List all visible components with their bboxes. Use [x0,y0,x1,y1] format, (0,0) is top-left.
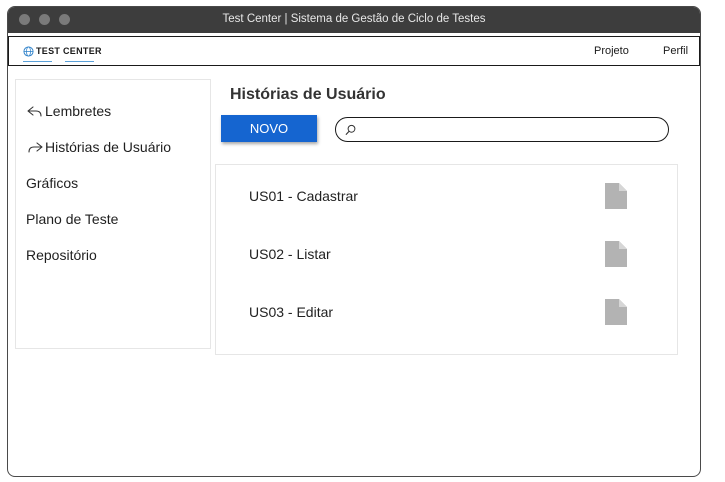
story-item-us02[interactable]: US02 - Listar [216,223,677,281]
sidebar-item-historias[interactable]: Histórias de Usuário [26,139,171,155]
sidebar: Lembretes Histórias de Usuário Gráficos … [15,79,211,349]
app-logo[interactable]: TEST CENTER [23,44,102,58]
globe-icon [23,45,34,57]
logo-underline-right [65,61,94,62]
search-box[interactable] [335,117,669,142]
document-icon[interactable] [604,183,628,209]
document-icon[interactable] [604,299,628,325]
reply-arrow-icon [27,106,42,117]
search-input[interactable] [358,121,662,140]
top-navbar: TEST CENTER Projeto Perfil [8,36,700,66]
logo-text: TEST CENTER [36,46,102,56]
story-label: US01 - Cadastrar [249,188,358,204]
sidebar-item-plano-de-teste[interactable]: Plano de Teste [26,211,118,227]
new-story-button[interactable]: NOVO [221,115,317,142]
sidebar-item-label: Repositório [26,247,97,263]
search-icon [345,124,356,135]
sidebar-item-lembretes[interactable]: Lembretes [26,103,111,119]
sidebar-item-label: Gráficos [26,175,79,191]
document-icon[interactable] [604,241,628,267]
app-window: Test Center | Sistema de Gestão de Ciclo… [7,6,701,477]
window-title: Test Center | Sistema de Gestão de Ciclo… [222,13,486,25]
sidebar-item-label: Lembretes [45,103,112,119]
sidebar-item-repositorio[interactable]: Repositório [26,247,97,263]
logo-underline-left [23,61,52,62]
stories-list: US01 - Cadastrar US02 - Listar US03 - Ed… [215,164,678,355]
nav-link-projeto[interactable]: Projeto [594,45,629,57]
title-bar: Test Center | Sistema de Gestão de Ciclo… [8,7,700,33]
story-label: US03 - Editar [249,304,334,320]
story-item-us03[interactable]: US03 - Editar [216,281,677,339]
sidebar-item-graficos[interactable]: Gráficos [26,175,78,191]
forward-arrow-icon [28,142,43,153]
story-label: US02 - Listar [249,246,331,262]
sidebar-item-label: Histórias de Usuário [45,139,172,155]
page-title: Histórias de Usuário [230,86,386,103]
story-item-us01[interactable]: US01 - Cadastrar [216,165,677,223]
sidebar-item-label: Plano de Teste [26,211,119,227]
nav-link-perfil[interactable]: Perfil [663,45,688,57]
